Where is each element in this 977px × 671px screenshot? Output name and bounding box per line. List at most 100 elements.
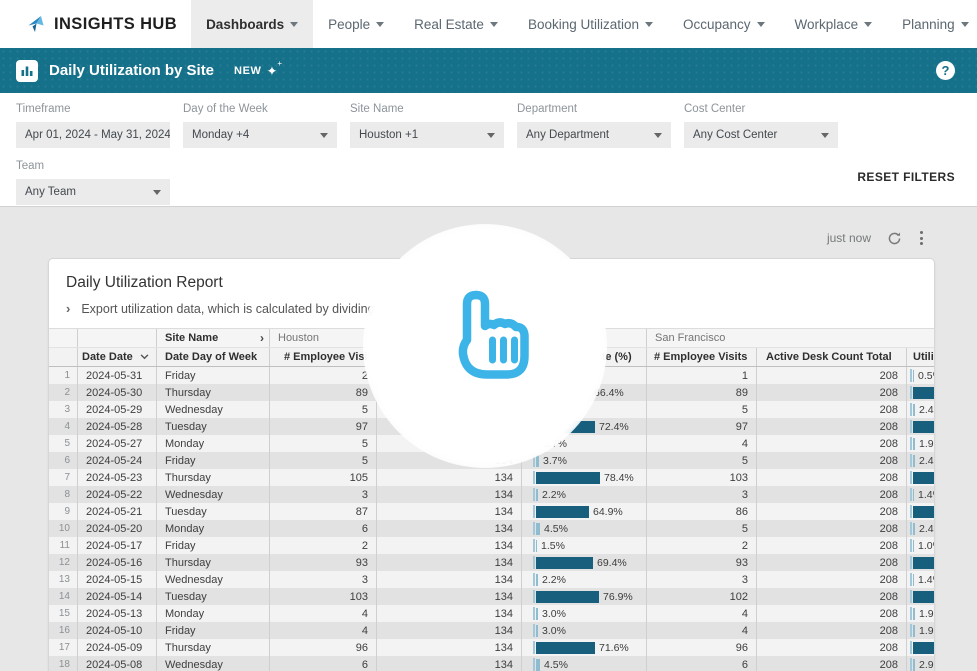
nav-item-dashboards[interactable]: Dashboards — [191, 0, 313, 48]
cell-text: 208 — [880, 421, 898, 433]
value-cell: 96 — [646, 639, 756, 656]
filter-select-timeframe[interactable]: Apr 01, 2024 - May 31, 2024 — [16, 122, 170, 148]
cell-text: 3 — [64, 404, 70, 415]
cell-text: 208 — [880, 659, 898, 671]
cell-text: 208 — [880, 540, 898, 552]
value-cell: 134 — [376, 401, 521, 418]
filter-select-department[interactable]: Any Department — [517, 122, 671, 148]
cell-text: 134 — [495, 506, 513, 518]
new-badge: NEW — [234, 65, 261, 77]
value-cell: 208 — [756, 435, 906, 452]
cell-text: 2024-05-15 — [86, 574, 142, 586]
reset-filters-button[interactable]: RESET FILTERS — [857, 170, 955, 184]
value-cell: 5 — [646, 452, 756, 469]
chevron-right-icon[interactable]: › — [260, 331, 269, 345]
value-cell: 3 — [269, 571, 376, 588]
cell-text: 134 — [495, 404, 513, 416]
filter-select-team[interactable]: Any Team — [16, 179, 170, 205]
bar-axis-tick — [910, 522, 912, 535]
utilization-bar — [913, 608, 915, 620]
day-of-week-cell: Monday — [156, 605, 269, 622]
cell-text: 2024-05-13 — [86, 608, 142, 620]
brand-name: INSIGHTS HUB — [54, 15, 177, 34]
cell-text: 208 — [880, 608, 898, 620]
cell-text: Tuesday — [165, 506, 207, 518]
bar-axis-tick — [533, 573, 535, 586]
cell-text: 6 — [64, 455, 70, 466]
cell-text: 2024-05-16 — [86, 557, 142, 569]
utilization-bar — [536, 387, 590, 399]
day-of-week-cell: Thursday — [156, 639, 269, 656]
column-header-label: # Employee Visits — [654, 351, 747, 363]
nav-item-planning[interactable]: Planning — [887, 0, 977, 48]
row-number: 3 — [49, 401, 77, 418]
cell-text: Friday — [165, 540, 196, 552]
bar-axis-tick — [910, 658, 912, 671]
cell-text: 4 — [362, 625, 368, 637]
nav-item-label: Occupancy — [683, 17, 751, 32]
nav-item-label: Dashboards — [206, 17, 284, 32]
utilization-value: 1.0% — [918, 540, 935, 552]
nav-item-real-estate[interactable]: Real Estate — [399, 0, 513, 48]
expand-chevron-icon[interactable]: › — [66, 301, 70, 316]
utilization-cell: 2.9% — [906, 656, 935, 671]
help-icon[interactable]: ? — [936, 61, 955, 80]
value-cell: 208 — [756, 418, 906, 435]
bar-axis-tick — [533, 454, 535, 467]
cell-text: 18 — [59, 659, 70, 670]
date-cell: 2024-05-21 — [77, 503, 156, 520]
filter-select-site-name[interactable]: Houston +1 — [350, 122, 504, 148]
column-header-cell: Date Day of Week — [156, 348, 269, 366]
nav-item-people[interactable]: People — [313, 0, 399, 48]
bar-axis-tick — [533, 590, 535, 603]
bar-chart-icon — [16, 60, 38, 82]
cell-text: 2024-05-20 — [86, 523, 142, 535]
cell-text: 5 — [362, 455, 368, 467]
column-header-label: Date Day of Week — [165, 351, 257, 363]
value-cell: 4 — [646, 605, 756, 622]
bar-axis-tick — [533, 556, 535, 569]
utilization-value: 64.9% — [593, 506, 623, 518]
chevron-down-icon — [320, 133, 328, 138]
utilization-value: 3.0% — [542, 625, 566, 637]
kebab-menu-icon[interactable] — [918, 229, 925, 247]
utilization-cell: 76.9% — [521, 588, 646, 605]
utilization-bar — [536, 370, 537, 382]
sort-chevron-down-icon[interactable] — [140, 354, 149, 360]
table-row: 62024-05-24Friday51343.7%52082.4% — [49, 452, 935, 469]
utilization-cell: 3.7% — [521, 452, 646, 469]
refresh-icon[interactable] — [887, 231, 902, 246]
utilization-value: 3.0% — [542, 608, 566, 620]
cell-text: 4 — [64, 421, 70, 432]
utilization-cell: 1.9% — [906, 605, 935, 622]
nav-item-booking-utilization[interactable]: Booking Utilization — [513, 0, 668, 48]
utilization-value: 3.7% — [543, 438, 567, 450]
cell-text: 97 — [736, 421, 748, 433]
cell-text: 208 — [880, 625, 898, 637]
cell-text: 103 — [350, 591, 368, 603]
table-row: 12024-05-31Friday21341.5%12080.5% — [49, 367, 935, 384]
filter-select-cost-center[interactable]: Any Cost Center — [684, 122, 838, 148]
bar-axis-tick — [533, 522, 535, 535]
bar-axis-tick — [533, 607, 535, 620]
filter-select-day-of-the-week[interactable]: Monday +4 — [183, 122, 337, 148]
cell-text: 11 — [60, 540, 70, 551]
value-cell: 208 — [756, 384, 906, 401]
chevron-down-icon — [654, 133, 662, 138]
cell-text: 134 — [495, 370, 513, 382]
cell-text: 134 — [495, 421, 513, 433]
value-cell: 97 — [269, 418, 376, 435]
nav-item-occupancy[interactable]: Occupancy — [668, 0, 780, 48]
date-cell: 2024-05-13 — [77, 605, 156, 622]
column-header-date-date[interactable]: Date Date — [77, 348, 156, 366]
table-row: 52024-05-27Monday51343.7%42081.9% — [49, 435, 935, 452]
brand[interactable]: INSIGHTS HUB — [26, 0, 177, 48]
cell-text: Wednesday — [165, 404, 223, 416]
bar-axis-tick — [910, 471, 912, 484]
nav-item-label: People — [328, 17, 370, 32]
utilization-cell: 3.0% — [521, 622, 646, 639]
value-cell: 6 — [646, 656, 756, 671]
utilization-cell: 72.4% — [521, 418, 646, 435]
nav-item-workplace[interactable]: Workplace — [780, 0, 888, 48]
column-header-cell: # Employee Visits — [646, 348, 756, 366]
